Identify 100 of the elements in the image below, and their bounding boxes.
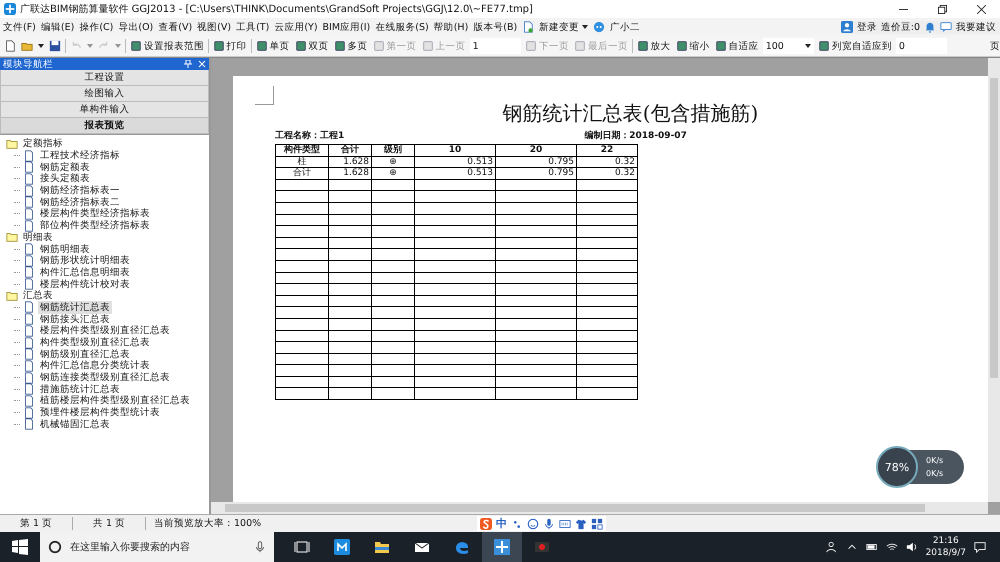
menu-item[interactable]: 云应用(Y) [274, 20, 318, 34]
toolbar-button[interactable]: 单页 [254, 37, 291, 55]
tree-item[interactable]: 楼层构件类型级别直径汇总表 [38, 324, 172, 338]
status-text: 当前预览放大率：100% [153, 517, 262, 530]
tree-item[interactable]: 钢筋级别直径汇总表 [38, 348, 132, 361]
input-mode[interactable]: 中 [496, 516, 508, 531]
tree-item[interactable]: 定额指标 [21, 137, 65, 150]
tree-item[interactable]: 工程技术经济指标 [38, 149, 122, 162]
clock[interactable]: 21:16 2018/9/7 [926, 535, 966, 559]
table-cell: 0.32 [576, 168, 638, 180]
tree-item[interactable]: 构件类型级别直径汇总表 [38, 336, 152, 350]
emoji-icon[interactable] [527, 518, 540, 530]
tree-item[interactable]: 楼层构件类型经济指标表 [38, 207, 152, 220]
toolbar-button[interactable]: 设置报表范围 [128, 37, 205, 55]
app-icon[interactable] [482, 532, 522, 562]
document-icon [23, 418, 35, 430]
tree-item[interactable]: 措施筋统计汇总表 [38, 382, 122, 396]
table-cell: 0.795 [496, 168, 576, 180]
page-icon [334, 40, 346, 52]
folder-icon [6, 290, 18, 302]
tree-item[interactable]: 构件汇总信息分类统计表 [38, 359, 152, 372]
toolbar-button[interactable]: 双页 [294, 37, 330, 55]
menu-item[interactable]: 广小二 [610, 20, 640, 34]
document-icon [23, 220, 35, 232]
folder-icon [6, 231, 18, 244]
bell-icon[interactable] [924, 21, 936, 33]
table-cell: ⊕ [372, 168, 414, 180]
menu-item[interactable]: 编辑(E) [40, 20, 74, 34]
document-icon [23, 336, 35, 349]
document-icon [23, 184, 35, 197]
vertical-scrollbar[interactable] [988, 58, 1000, 502]
tree-item[interactable]: 钢筋经济指标表二 [38, 196, 122, 209]
pin-icon[interactable] [184, 60, 192, 68]
input-field[interactable]: 100 [762, 38, 814, 54]
tree-item[interactable]: 钢筋明细表 [38, 242, 92, 256]
menu-item[interactable]: 工具(T) [236, 20, 270, 34]
report-title: 钢筋统计汇总表(包含措施筋) [502, 100, 760, 127]
battery-icon[interactable] [866, 541, 878, 553]
wifi-icon[interactable] [886, 541, 898, 553]
menu-item[interactable]: 帮助(H) [434, 20, 468, 34]
tree-item[interactable]: 汇总表 [21, 289, 55, 302]
volume-icon[interactable] [906, 541, 918, 553]
menu-item[interactable]: 在线服务(S) [375, 20, 429, 34]
restore-icon[interactable] [938, 4, 947, 14]
tree-item[interactable]: 预埋件楼层构件类型统计表 [38, 406, 162, 420]
toolbar-button[interactable]: 放大 [636, 37, 672, 55]
caret-icon [114, 44, 121, 48]
menu-item[interactable]: 文件(F) [3, 20, 36, 34]
document-icon [23, 254, 35, 267]
toolbar-button[interactable]: 缩小 [674, 37, 711, 55]
toolbar-button[interactable]: 多页 [332, 37, 369, 55]
close-icon[interactable] [977, 4, 986, 14]
people-icon[interactable] [826, 541, 838, 553]
menu-item[interactable]: 视图(V) [197, 20, 232, 34]
login-link[interactable]: 登录 [856, 20, 877, 34]
keyboard-icon[interactable] [559, 518, 572, 530]
section-tab[interactable]: 报表预览 [0, 118, 209, 134]
tree-item[interactable]: 机械锚固汇总表 [38, 418, 112, 431]
toolbar-button[interactable]: 打印 [212, 37, 248, 55]
menu-item[interactable]: BIM应用(I) [322, 20, 370, 34]
suggest-link[interactable]: 我要建议 [956, 20, 996, 34]
tree-item[interactable]: 钢筋定额表 [38, 160, 92, 174]
menu-item[interactable]: 操作(C) [79, 20, 114, 34]
table-cell: 合计 [276, 168, 328, 180]
shirt-icon[interactable] [575, 518, 588, 530]
menu-item[interactable]: 版本号(B) [473, 20, 518, 34]
toolbar-button[interactable]: 自适应 [714, 37, 760, 55]
menu-item[interactable]: 导出(O) [118, 20, 154, 34]
page-icon [294, 40, 307, 52]
status-text: 第 1 页 [0, 517, 73, 530]
download-speed: 0K/s [926, 469, 944, 478]
toolbar-button[interactable]: 列宽自适应到 [816, 37, 893, 55]
input-field[interactable]: 0 [896, 38, 947, 54]
document-icon [23, 172, 35, 185]
tree-item[interactable]: 明细表 [21, 230, 55, 244]
microphone-icon[interactable] [254, 541, 266, 553]
tree-item[interactable]: 钢筋统计汇总表 [38, 300, 112, 314]
tree-item[interactable]: 构件汇总信息明细表 [38, 266, 132, 279]
microphone-icon[interactable] [543, 518, 556, 530]
tree-item[interactable]: 钢筋经济指标表一 [38, 184, 122, 198]
section-tab[interactable]: 绘图输入 [0, 86, 209, 102]
section-tab[interactable]: 单构件输入 [0, 102, 209, 118]
grid-icon[interactable] [591, 518, 604, 530]
table-cell: 1.628 [328, 168, 372, 180]
horizontal-scrollbar[interactable] [211, 502, 988, 514]
menu-item[interactable]: 新建变更 [539, 20, 588, 34]
tree-item[interactable]: 接头定额表 [38, 172, 92, 186]
tree-item[interactable]: 钢筋接头汇总表 [38, 312, 112, 326]
user-icon [840, 21, 853, 33]
tree-item[interactable]: 植筋楼层构件类型级别直径汇总表 [38, 394, 192, 408]
section-tab[interactable]: 工程设置 [0, 70, 209, 86]
tree-item[interactable]: 钢筋形状统计明细表 [38, 254, 132, 268]
tree-item[interactable]: 楼层构件统计校对表 [38, 278, 132, 291]
tree-item[interactable]: 钢筋连接类型级别直径汇总表 [38, 371, 172, 384]
tree-item[interactable]: 部位构件类型经济指标表 [38, 219, 152, 232]
input-field[interactable]: 1 [470, 38, 521, 54]
document-icon [23, 394, 35, 407]
notification-icon[interactable] [974, 541, 986, 553]
cortana-icon[interactable] [48, 540, 62, 554]
menu-item[interactable]: 查看(V) [158, 20, 192, 34]
